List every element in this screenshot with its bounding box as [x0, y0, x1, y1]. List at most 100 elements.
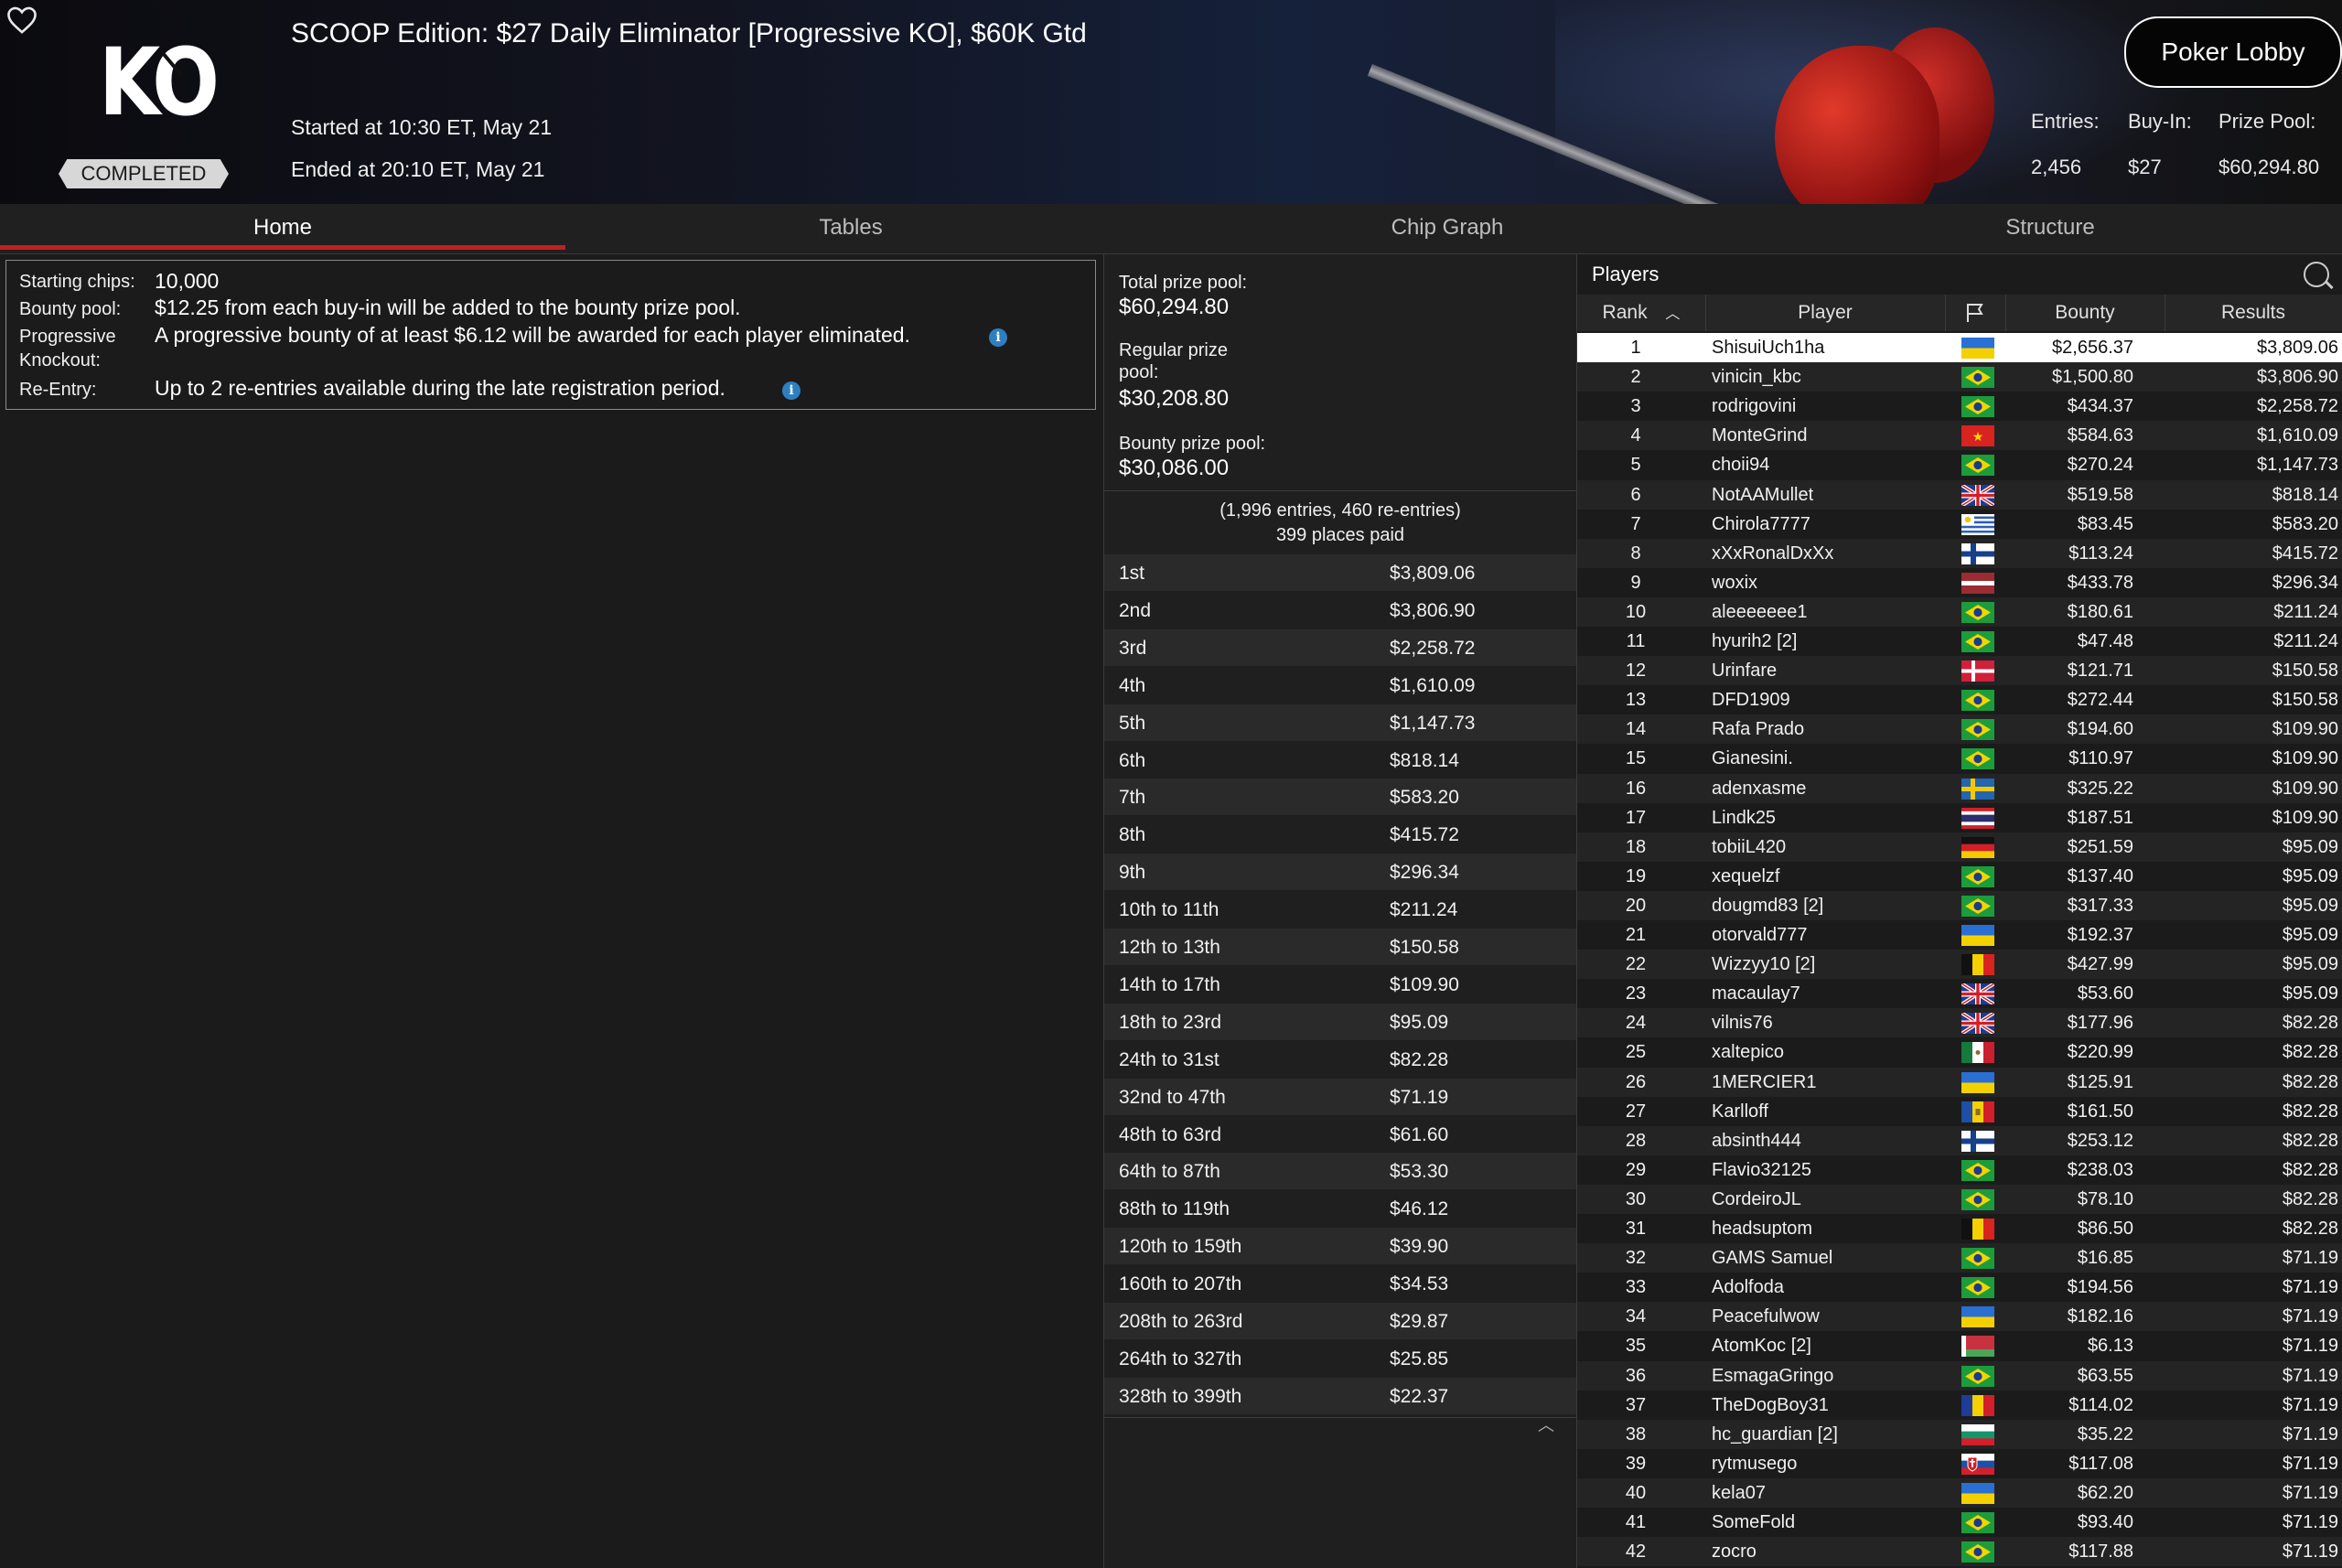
- table-row[interactable]: 1 ShisuiUch1ha $2,656.37 $3,809.06: [1577, 333, 2342, 362]
- country-flag-icon: [1961, 1219, 1995, 1240]
- table-row[interactable]: 12 Urinfare $121.71 $150.58: [1577, 656, 2342, 686]
- table-row[interactable]: 38 hc_guardian [2] $35.22 $71.19: [1577, 1419, 2342, 1449]
- player-result: $71.19: [2282, 1482, 2338, 1503]
- table-row[interactable]: 41 SomeFold $93.40 $71.19: [1577, 1508, 2342, 1537]
- player-bounty: $182.16: [2067, 1306, 2133, 1327]
- payout-place: 1st: [1119, 563, 1145, 584]
- table-row[interactable]: 23 macaulay7 $53.60 $95.09: [1577, 979, 2342, 1008]
- table-row[interactable]: 32 GAMS Samuel $16.85 $71.19: [1577, 1243, 2342, 1273]
- player-rank: 9: [1630, 572, 1641, 593]
- table-row[interactable]: 35 AtomKoc [2] $6.13 $71.19: [1577, 1331, 2342, 1360]
- payout-place: 12th to 13th: [1119, 937, 1220, 958]
- tournament-header: KO COMPLETED SCOOP Edition: $27 Daily El…: [0, 0, 2342, 204]
- table-row[interactable]: 29 Flavio32125 $238.03 $82.28: [1577, 1155, 2342, 1185]
- table-row[interactable]: 14 Rafa Prado $194.60 $109.90: [1577, 714, 2342, 745]
- svg-text:★: ★: [1972, 430, 1984, 445]
- player-name: Chirola7777: [1712, 513, 1810, 534]
- table-row[interactable]: 10 aleeeeeee1 $180.61 $211.24: [1577, 596, 2342, 627]
- player-result: $82.28: [2282, 1101, 2338, 1122]
- payout-place: 8th: [1119, 824, 1146, 846]
- entries-value: 2,456: [2031, 156, 2082, 178]
- table-row[interactable]: 37 TheDogBoy31 $114.02 $71.19: [1577, 1391, 2342, 1420]
- table-row[interactable]: 4 MonteGrind ★ $584.63 $1,610.09: [1577, 421, 2342, 451]
- table-row[interactable]: 34 Peacefulwow $182.16 $71.19: [1577, 1302, 2342, 1332]
- table-row[interactable]: 31 headsuptom $86.50 $82.28: [1577, 1214, 2342, 1243]
- table-row[interactable]: 22 Wizzyy10 [2] $427.99 $95.09: [1577, 950, 2342, 980]
- tab-structure[interactable]: Structure: [1758, 204, 2342, 253]
- entries-count: (1,996 entries, 460 re-entries): [1219, 500, 1461, 521]
- payout-amount: $818.14: [1390, 749, 1459, 771]
- flag-icon: [1967, 304, 1983, 322]
- payout-amount: $1,610.09: [1390, 674, 1476, 696]
- player-rank: 12: [1625, 660, 1647, 682]
- table-row[interactable]: 17 Lindk25 $187.51 $109.90: [1577, 803, 2342, 832]
- info-icon[interactable]: i: [989, 328, 1007, 347]
- tab-tables[interactable]: Tables: [565, 204, 1136, 253]
- table-row[interactable]: 39 rytmusego $117.08 $71.19: [1577, 1449, 2342, 1478]
- table-row[interactable]: 26 1MERCIER1 $125.91 $82.28: [1577, 1067, 2342, 1097]
- player-result: $71.19: [2282, 1277, 2338, 1298]
- table-row[interactable]: 25 xaltepico $220.99 $82.28: [1577, 1037, 2342, 1067]
- player-name: absinth444: [1712, 1130, 1801, 1151]
- table-row[interactable]: 7 Chirola7777 $83.45 $583.20: [1577, 510, 2342, 539]
- bounty-prize-value: $30,086.00: [1119, 456, 1230, 480]
- column-bounty[interactable]: Bounty: [2005, 295, 2165, 331]
- player-name: vilnis76: [1712, 1013, 1773, 1034]
- table-row[interactable]: 8 xXxRonalDxXx $113.24 $415.72: [1577, 538, 2342, 568]
- table-row[interactable]: 16 adenxasme $325.22 $109.90: [1577, 773, 2342, 803]
- table-row[interactable]: 9 woxix $433.78 $296.34: [1577, 568, 2342, 597]
- table-row[interactable]: 19 xequelzf $137.40 $95.09: [1577, 862, 2342, 891]
- table-row[interactable]: 3 rodrigovini $434.37 $2,258.72: [1577, 392, 2342, 421]
- country-flag-icon: [1961, 1394, 1995, 1416]
- table-row[interactable]: 40 kela07 $62.20 $71.19: [1577, 1477, 2342, 1508]
- table-row[interactable]: 6 NotAAMullet $519.58 $818.14: [1577, 479, 2342, 510]
- column-results[interactable]: Results: [2165, 295, 2342, 331]
- table-row[interactable]: 30 CordeiroJL $78.10 $82.28: [1577, 1184, 2342, 1214]
- player-bounty: $86.50: [2077, 1219, 2133, 1239]
- table-row[interactable]: 24 vilnis76 $177.96 $82.28: [1577, 1008, 2342, 1038]
- player-result: $82.28: [2282, 1188, 2338, 1209]
- info-icon[interactable]: i: [782, 381, 800, 400]
- search-icon[interactable]: [2304, 262, 2329, 287]
- country-flag-icon: [1961, 631, 1994, 652]
- player-bounty: $47.48: [2077, 631, 2133, 651]
- table-row[interactable]: 5 choii94 $270.24 $1,147.73: [1577, 450, 2342, 479]
- table-row[interactable]: 20 dougmd83 [2] $317.33 $95.09: [1577, 890, 2342, 920]
- player-rank: 8: [1630, 542, 1641, 564]
- favorite-heart-icon[interactable]: [5, 5, 38, 35]
- table-row[interactable]: 15 Gianesini. $110.97 $109.90: [1577, 744, 2342, 773]
- table-row[interactable]: 2 vinicin_kbc $1,500.80 $3,806.90: [1577, 362, 2342, 392]
- tab-chip-graph[interactable]: Chip Graph: [1136, 204, 1758, 253]
- player-bounty: $2,656.37: [2052, 338, 2133, 358]
- player-rank: 21: [1625, 925, 1647, 945]
- divider: [1104, 490, 1576, 491]
- table-row[interactable]: 18 tobiiL420 $251.59 $95.09: [1577, 832, 2342, 862]
- table-row[interactable]: 28 absinth444 $253.12 $82.28: [1577, 1125, 2342, 1155]
- table-row[interactable]: 11 hyurih2 [2] $47.48 $211.24: [1577, 627, 2342, 656]
- player-name: aleeeeeee1: [1712, 601, 1808, 622]
- table-row[interactable]: 42 zocro $117.88 $71.19: [1577, 1537, 2342, 1567]
- table-row[interactable]: 36 EsmagaGringo $63.55 $71.19: [1577, 1360, 2342, 1391]
- payout-place: 48th to 63rd: [1119, 1123, 1222, 1145]
- player-bounty: $325.22: [2067, 778, 2133, 799]
- country-flag-icon: [1961, 1071, 1994, 1093]
- player-result: $71.19: [2282, 1453, 2338, 1474]
- regular-prize-label: Regular prize: [1119, 340, 1228, 360]
- poker-lobby-button[interactable]: Poker Lobby: [2124, 16, 2342, 88]
- column-rank[interactable]: Rank ︿: [1577, 295, 1706, 331]
- player-bounty: $137.40: [2067, 865, 2133, 886]
- payout-row: 160th to 207th $34.53: [1104, 1265, 1576, 1302]
- country-flag-icon: [1961, 1365, 1994, 1387]
- player-result: $1,147.73: [2257, 455, 2338, 476]
- player-rank: 39: [1625, 1453, 1647, 1474]
- column-player[interactable]: Player: [1705, 295, 1946, 331]
- collapse-chevron-up-icon[interactable]: ︿: [1530, 1412, 1563, 1434]
- payout-place: 24th to 31st: [1119, 1048, 1219, 1070]
- table-row[interactable]: 33 Adolfoda $194.56 $71.19: [1577, 1273, 2342, 1302]
- payout-amount: $29.87: [1390, 1311, 1449, 1332]
- table-row[interactable]: 21 otorvald777 $192.37 $95.09: [1577, 920, 2342, 950]
- table-row[interactable]: 27 Karlloff $161.50 $82.28: [1577, 1097, 2342, 1126]
- table-row[interactable]: 13 DFD1909 $272.44 $150.58: [1577, 685, 2342, 714]
- player-rank: 34: [1625, 1306, 1647, 1327]
- column-flag[interactable]: [1945, 295, 2006, 331]
